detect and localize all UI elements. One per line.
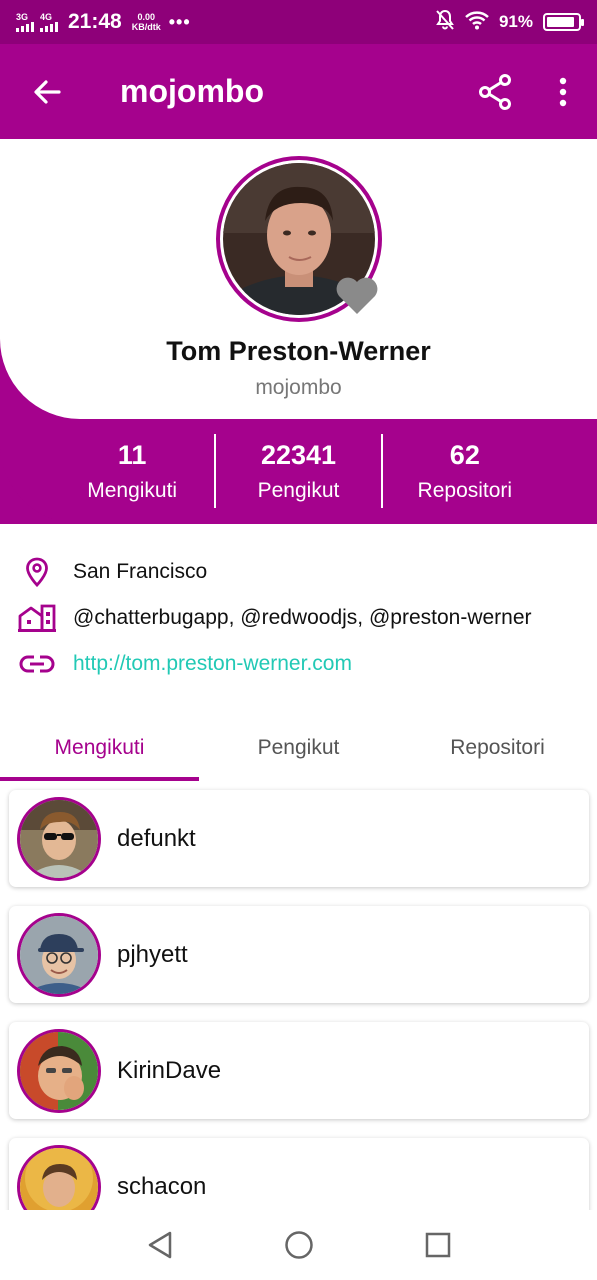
stat-repositories-label: Repositori — [417, 478, 513, 502]
list-item-username: pjhyett — [117, 940, 188, 968]
blog-link[interactable]: http://tom.preston-werner.com — [73, 652, 352, 676]
favorite-button[interactable] — [334, 274, 380, 316]
location-pin-icon — [16, 552, 58, 592]
list-item[interactable]: defunkt — [9, 790, 589, 887]
nav-recents-button[interactable] — [408, 1215, 468, 1275]
stats-row: 11 Mengikuti 22341 Pengikut 62 Repositor… — [50, 432, 547, 510]
avatar — [17, 796, 101, 881]
stat-following-count: 11 — [117, 439, 147, 470]
share-button[interactable] — [461, 44, 529, 139]
profile-username: mojombo — [255, 376, 342, 399]
system-nav-bar — [0, 1210, 597, 1280]
clock: 21:48 — [68, 10, 122, 33]
info-location: San Francisco — [16, 552, 586, 592]
info-blog[interactable]: http://tom.preston-werner.com — [16, 644, 586, 684]
stat-followers-label: Pengikut — [257, 478, 340, 502]
tab-bar: Mengikuti Pengikut Repositori — [0, 715, 597, 781]
circle-home-icon — [284, 1231, 313, 1259]
nav-back-button[interactable] — [130, 1215, 190, 1275]
following-list: defunkt pjhyett KirinDave schacon — [0, 781, 597, 1211]
stat-followers-count: 22341 — [260, 439, 337, 470]
heart-icon — [336, 277, 378, 314]
tab-repositories[interactable]: Repositori — [398, 715, 597, 781]
signal-4g-icon: 4G — [40, 12, 58, 32]
link-icon — [16, 644, 58, 684]
arrow-back-icon — [34, 79, 61, 104]
battery-icon — [543, 13, 584, 31]
share-icon — [479, 73, 511, 110]
network-speed: 0.00 KB/dtk — [131, 12, 161, 32]
company-text: @chatterbugapp, @redwoodjs, @preston-wer… — [73, 606, 532, 629]
more-vert-icon — [559, 77, 567, 106]
list-item-username: schacon — [117, 1172, 207, 1200]
mute-bell-icon — [435, 9, 455, 36]
app-bar: mojombo — [0, 44, 597, 139]
triangle-back-icon — [148, 1231, 171, 1259]
app-bar-title: mojombo — [120, 73, 264, 109]
avatar — [17, 1144, 101, 1211]
list-item-username: defunkt — [117, 824, 196, 852]
profile-name: Tom Preston-Werner — [166, 336, 431, 366]
list-item-username: KirinDave — [117, 1056, 222, 1084]
signal-3g-icon: 3G — [16, 12, 34, 32]
avatar — [17, 1028, 101, 1113]
stat-following: 11 Mengikuti — [50, 432, 214, 510]
nav-home-button[interactable] — [269, 1215, 329, 1275]
avatar — [17, 912, 101, 997]
back-button[interactable] — [0, 44, 94, 139]
stat-following-label: Mengikuti — [87, 478, 178, 502]
more-notifications-icon: ••• — [168, 11, 191, 32]
list-item[interactable]: KirinDave — [9, 1022, 589, 1119]
wifi-icon — [465, 10, 489, 35]
overflow-menu-button[interactable] — [529, 44, 597, 139]
location-text: San Francisco — [73, 560, 208, 583]
list-item[interactable]: schacon — [9, 1138, 589, 1211]
stat-repositories: 62 Repositori — [383, 432, 547, 510]
battery-percent: 91% — [498, 12, 533, 31]
tab-followers[interactable]: Pengikut — [199, 715, 398, 781]
company-building-icon — [16, 598, 58, 638]
stat-repositories-count: 62 — [449, 439, 480, 470]
tab-following[interactable]: Mengikuti — [0, 715, 199, 781]
status-bar: 3G 4G 21:48 0.00 KB/dtk ••• 91% — [0, 0, 597, 44]
stat-followers: 22341 Pengikut — [216, 432, 380, 510]
info-company: @chatterbugapp, @redwoodjs, @preston-wer… — [16, 598, 586, 638]
square-recents-icon — [425, 1232, 450, 1258]
list-item[interactable]: pjhyett — [9, 906, 589, 1003]
